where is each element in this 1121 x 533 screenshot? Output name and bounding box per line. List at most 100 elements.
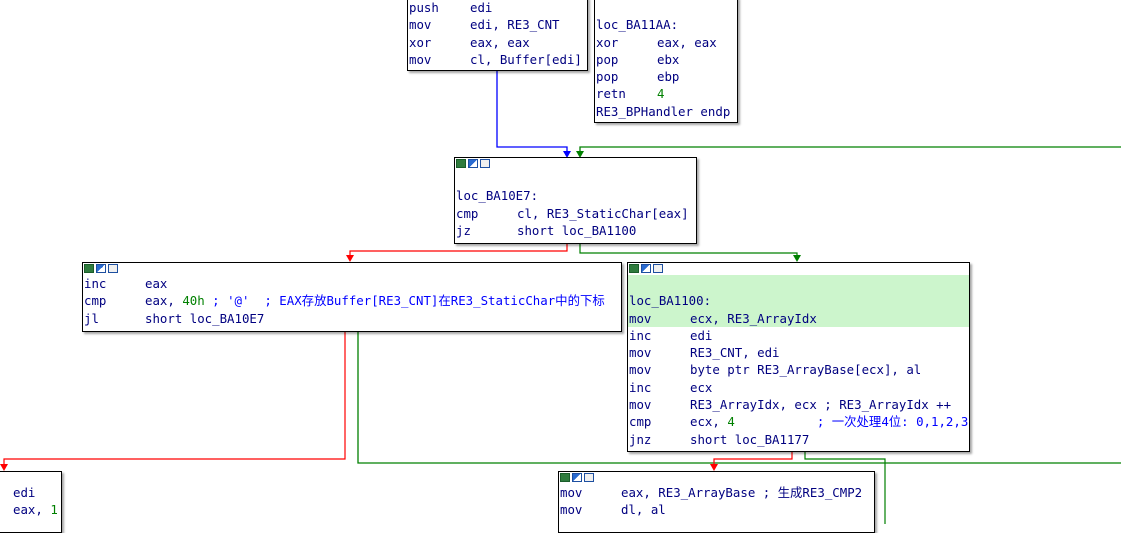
asm-line[interactable]: inc ecx [628,379,969,396]
graph-icon[interactable] [96,264,106,273]
mnemonic: mov [629,310,652,326]
operands: ecx, 4 ; 一次处理4位: 0,1,2,3 [690,413,968,430]
code-block-loc-BA1100[interactable]: loc_BA1100: mov ecx, RE3_ArrayIdx inc edi … [627,262,970,452]
graph-icon[interactable] [468,159,478,168]
collapse-icon[interactable] [584,473,594,482]
mnemonic: cmp [456,205,479,221]
asm-line[interactable]: retn 4 [595,85,737,102]
operand-reg: eax, [13,502,51,518]
operands: RE3_CNT, edi [690,345,780,361]
code-block-1[interactable]: push edi mov edi, RE3_CNT xor eax, eax mov c… [407,0,588,71]
asm-line[interactable]: mov edi, RE3_CNT [408,16,587,33]
mnemonic: jz [456,222,471,238]
mnemonic: inc [629,327,652,343]
asm-line[interactable]: edi [0,484,61,501]
operands: eax, 1 [13,501,58,518]
mnemonic: mov [629,345,652,361]
block-header [0,472,61,484]
operands: ecx [690,379,713,395]
edge-b1-to-b3 [496,70,568,155]
asm-line[interactable]: xor eax, eax [595,34,737,51]
color-icon[interactable] [456,159,466,168]
asm-line[interactable]: mov eax, RE3_ArrayBase ; 生成RE3_CMP2 [559,484,874,501]
asm-line[interactable]: pop ebx [595,51,737,68]
operand-number: 4 [727,414,735,430]
asm-line[interactable]: jl short loc_BA10E7 [83,310,621,327]
asm-line[interactable]: jnz short loc_BA1177 [628,431,969,448]
mnemonic: pop [596,69,619,85]
color-icon[interactable] [560,473,570,482]
mnemonic: inc [629,379,652,395]
collapse-icon[interactable] [480,159,490,168]
operand-reg: ecx, [690,414,728,430]
mnemonic: xor [596,34,619,50]
mnemonic: xor [409,34,432,50]
arrow-b7-in [0,464,8,471]
asm-line[interactable]: cmp cl, RE3_StaticChar[eax] [455,205,696,222]
operands: edi [470,0,493,15]
mnemonic: jl [84,310,99,326]
operands: RE3_ArrayIdx, ecx ; RE3_ArrayIdx ++ [690,397,952,413]
edge-b5-to-b6 [713,451,793,468]
asm-line[interactable]: cmp ecx, 4 ; 一次处理4位: 0,1,2,3 [628,413,969,430]
operands: cl, Buffer[edi] [470,51,582,67]
operands: eax, eax [657,34,717,50]
asm-line[interactable]: eax, 1 [0,501,61,518]
edge-b3-to-b4 [349,243,568,259]
asm-line[interactable]: mov RE3_ArrayIdx, ecx ; RE3_ArrayIdx ++ [628,396,969,413]
block-header [628,263,969,275]
blank-line [628,275,969,293]
color-icon[interactable] [629,264,639,273]
color-icon[interactable] [84,264,94,273]
asm-line[interactable]: inc eax [83,275,621,292]
asm-line[interactable]: pop ebp [595,68,737,85]
mnemonic: mov [560,485,583,500]
operands: cl, RE3_StaticChar[eax] [517,205,689,221]
mnemonic: mov [629,362,652,378]
asm-line[interactable]: cmp eax, 40h ; '@' ; EAX存放Buffer[RE3_CNT]… [83,292,621,309]
asm-line[interactable]: mov ecx, RE3_ArrayIdx [628,309,969,327]
operands: dl, al [621,502,666,518]
operands: byte ptr RE3_ArrayBase[ecx], al [690,362,922,378]
comment: ; 一次处理4位: 0,1,2,3 [734,414,969,430]
edge-loop-to-b3 [579,146,1121,155]
collapse-icon[interactable] [653,264,663,273]
block-label[interactable]: loc_BA1100: [628,292,969,310]
asm-line[interactable]: mov dl, al [559,501,874,518]
operand-reg: eax, [145,293,183,309]
code-block-4[interactable]: inc eax cmp eax, 40h ; '@' ; EAX存放Buffer[R… [82,262,622,332]
graph-icon[interactable] [641,264,651,273]
operands: short loc_BA1100 [517,222,637,238]
block-label[interactable]: loc_BA10E7: [455,187,696,204]
asm-line[interactable]: mov byte ptr RE3_ArrayBase[ecx], al [628,361,969,378]
operand-number: 1 [50,502,58,518]
mnemonic: cmp [629,414,652,430]
code-block-2[interactable]: loc_BA11AA: xor eax, eax pop ebx pop ebp re… [594,0,738,123]
edge-b3-to-b5 [579,243,798,259]
collapse-icon[interactable] [108,264,118,273]
asm-line[interactable]: push edi [408,0,587,16]
arrow-b6-in [710,464,718,471]
mnemonic: mov [409,51,432,67]
operands: short loc_BA10E7 [145,310,265,326]
mnemonic: mov [560,502,583,518]
code-block-loc-BA10E7[interactable]: loc_BA10E7: cmp cl, RE3_StaticChar[eax] j… [454,157,697,244]
edge-b4-to-b7 [3,331,346,468]
operands: ebx [657,51,680,67]
asm-line[interactable]: mov RE3_CNT, edi [628,344,969,361]
asm-line[interactable]: inc edi [628,327,969,344]
operands: eax [145,276,168,291]
asm-line[interactable]: jz short loc_BA1100 [455,222,696,239]
asm-line[interactable]: xor eax, eax [408,34,587,51]
block-label[interactable]: loc_BA11AA: [595,16,737,33]
graph-icon[interactable] [572,473,582,482]
asm-line[interactable]: mov cl, Buffer[edi] [408,51,587,68]
mnemonic: push [409,0,439,15]
block-header [455,158,696,170]
operands: edi [13,485,36,500]
mnemonic: jnz [629,431,652,447]
proc-end[interactable]: RE3_BPHandler endp [595,103,737,120]
operands: 4 [657,86,665,102]
